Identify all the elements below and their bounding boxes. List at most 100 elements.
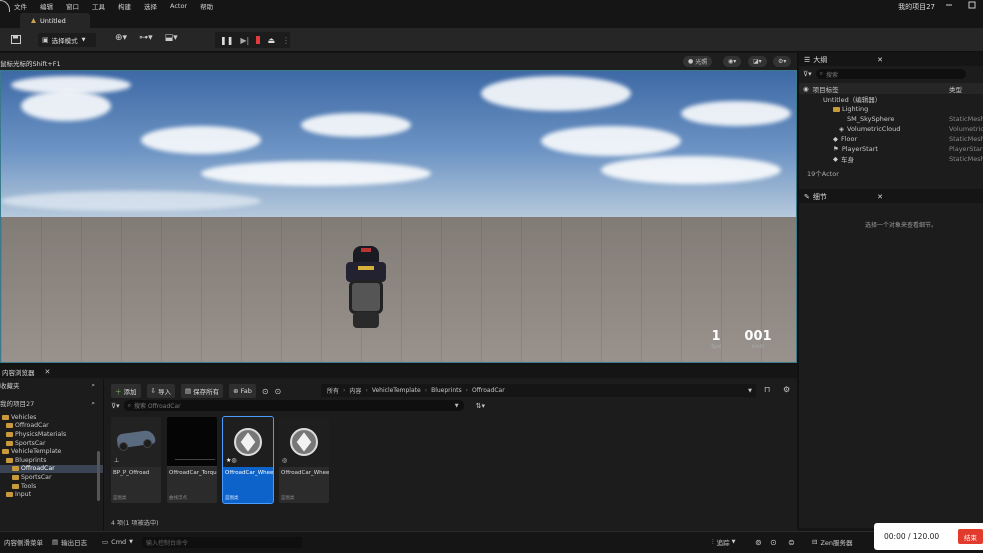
- outliner-search-input[interactable]: ⌕ 搜索: [815, 69, 966, 79]
- tree-item[interactable]: OffroadCar: [0, 422, 103, 431]
- sort-icon[interactable]: ⇅▾: [476, 402, 485, 410]
- revision-control-button[interactable]: ⊟ Zen服务器: [808, 535, 857, 549]
- column-label[interactable]: 项目标签: [813, 84, 839, 94]
- lock-icon[interactable]: ⊓: [764, 385, 770, 394]
- tree-item[interactable]: Vehicles: [0, 413, 103, 422]
- add-button[interactable]: ＋添加: [111, 384, 141, 398]
- lighting-button[interactable]: ● 光照: [683, 56, 713, 67]
- tree-item-label: VehicleTemplate: [11, 448, 62, 456]
- asset-tile[interactable]: ⊥ BP_P_Offroad 蓝图类: [111, 417, 161, 503]
- outliner-row[interactable]: Untitled（编辑器）: [799, 94, 983, 104]
- cmd-dropdown[interactable]: ▭ Cmd ▼: [98, 535, 137, 549]
- save-icon[interactable]: [11, 35, 21, 44]
- outliner-row[interactable]: Lighting: [799, 104, 983, 114]
- menu-select[interactable]: 选择: [144, 1, 157, 11]
- asset-type: 蓝图类: [281, 496, 295, 501]
- chevron-down-icon[interactable]: ▼: [748, 388, 752, 394]
- menu-tools[interactable]: 工具: [92, 1, 105, 11]
- stop-icon[interactable]: [256, 36, 261, 44]
- maximize-icon[interactable]: [968, 1, 976, 9]
- breadcrumb-item[interactable]: VehicleTemplate: [372, 387, 421, 394]
- source-control-icon[interactable]: ⊙: [770, 538, 777, 547]
- derived-data-icon[interactable]: ⊚: [755, 538, 762, 547]
- trace-button[interactable]: ⫶ 追踪 ▼: [708, 535, 739, 549]
- breadcrumb-item[interactable]: 内容: [349, 386, 361, 395]
- tree-item[interactable]: Blueprints: [0, 456, 103, 465]
- tree-scrollbar[interactable]: [97, 451, 100, 501]
- speed-readout: 1 Spd: [704, 329, 728, 350]
- tab-untitled[interactable]: Untitled: [20, 13, 90, 28]
- menu-edit[interactable]: 编辑: [40, 1, 53, 11]
- column-type[interactable]: 类型: [949, 84, 962, 94]
- log-icon: ▤: [52, 538, 59, 546]
- history-icon[interactable]: ⊙: [262, 387, 269, 396]
- close-icon[interactable]: ✕: [877, 193, 883, 201]
- chevron-down-icon: ▼: [129, 539, 134, 545]
- content-drawer-button[interactable]: 内容侧滑菜单: [0, 535, 47, 549]
- search-icon[interactable]: ⌕: [91, 399, 95, 408]
- menu-window[interactable]: 窗口: [66, 1, 79, 11]
- chevron-down-icon[interactable]: ▼: [455, 403, 459, 409]
- menu-help[interactable]: 帮助: [200, 1, 213, 11]
- menu-file[interactable]: 文件: [14, 1, 27, 11]
- asset-type: 蓝图类: [113, 496, 127, 501]
- outliner-row[interactable]: ◈ VolumetricCloud Volumetric: [799, 124, 983, 134]
- cinematics-icon[interactable]: ⬓▾: [165, 33, 178, 43]
- menu-bar: 文件 编辑 窗口 工具 构建 选择 Actor 帮助 我的项目27: [0, 0, 983, 22]
- menu-build[interactable]: 构建: [118, 1, 131, 11]
- more-options-icon[interactable]: ⋮: [282, 36, 290, 45]
- asset-tile-selected[interactable]: ★◎ OffroadCar_WheelsFront 蓝图类: [222, 416, 274, 504]
- breadcrumb-item[interactable]: OffroadCar: [472, 387, 505, 394]
- import-button[interactable]: ⇩ 导入: [146, 384, 175, 398]
- outliner-row[interactable]: ◆ 车身 StaticMesh: [799, 154, 983, 164]
- console-input[interactable]: 输入控制台命令: [142, 537, 302, 548]
- outliner-row[interactable]: ⚑ PlayerStart PlayerStart: [799, 144, 983, 154]
- level-viewport[interactable]: 鼠标光标的Shift+F1 ● 光照 ◉▾ ◪▾ ⚙▾ 1 Spd 001 km…: [0, 53, 797, 363]
- cloud-icon[interactable]: ⊜: [788, 538, 795, 547]
- end-recording-button[interactable]: 结束: [958, 529, 983, 544]
- tree-item[interactable]: Tools: [0, 482, 103, 491]
- tree-item[interactable]: VehicleTemplate: [0, 447, 103, 456]
- favorites-row[interactable]: 收藏夹 ⌕: [0, 379, 103, 391]
- search-icon[interactable]: ⌕: [91, 381, 95, 390]
- gear-icon[interactable]: ⚙: [783, 385, 790, 394]
- tree-item-selected[interactable]: OffroadCar: [0, 464, 103, 474]
- content-search-input[interactable]: ⌕ 搜索 OffroadCar ▼: [123, 400, 464, 411]
- minimize-icon[interactable]: [945, 1, 953, 9]
- add-actor-icon[interactable]: ⊕▾: [115, 33, 127, 43]
- eject-icon[interactable]: ⏏: [267, 36, 275, 45]
- step-icon[interactable]: ▶|: [240, 36, 249, 45]
- history-forward-icon[interactable]: ⊙: [275, 387, 282, 396]
- breadcrumb-item[interactable]: 所有: [327, 386, 339, 395]
- viewport-scene[interactable]: 1 Spd 001 km/h: [0, 70, 797, 363]
- asset-tile[interactable]: ◎ OffroadCar_WheelsRear 蓝图类: [279, 417, 329, 503]
- outliner-title: 大纲: [813, 55, 828, 64]
- view-mode-button[interactable]: ◪▾: [748, 56, 767, 67]
- content-drawer-label: 内容侧滑菜单: [4, 539, 43, 547]
- outliner-row[interactable]: ◆ Floor StaticMesh: [799, 134, 983, 144]
- save-all-button[interactable]: ▤ 保存所有: [180, 384, 224, 398]
- outliner-row-label: Untitled（编辑器）: [823, 96, 882, 104]
- menu-actor[interactable]: Actor: [170, 2, 187, 10]
- blueprint-icon[interactable]: ⊶▾: [139, 33, 153, 43]
- tree-item[interactable]: SportsCar: [0, 473, 103, 482]
- filter-icon[interactable]: ⊽▾: [111, 402, 120, 410]
- outliner-row[interactable]: SM_SkySphere StaticMeshA: [799, 114, 983, 124]
- close-icon[interactable]: ✕: [877, 56, 883, 64]
- breadcrumb-item[interactable]: Blueprints: [431, 387, 462, 394]
- tree-item[interactable]: SportsCar: [0, 439, 103, 448]
- select-mode-dropdown[interactable]: ▣ 选择模式 ▼: [38, 33, 96, 47]
- project-row[interactable]: 我的项目27 ⌕: [0, 397, 103, 409]
- close-icon[interactable]: ✕: [45, 368, 51, 376]
- output-log-button[interactable]: ▤ 输出日志: [48, 535, 91, 549]
- fab-button[interactable]: ⊛ Fab: [229, 384, 256, 398]
- asset-tile[interactable]: OffroadCar_TorqueCurve 曲线浮点: [167, 417, 217, 503]
- pause-icon[interactable]: ❚❚: [220, 36, 233, 45]
- viewport-settings-button[interactable]: ⚙▾: [773, 56, 792, 67]
- show-flags-button[interactable]: ◉▾: [723, 56, 742, 67]
- filter-icon[interactable]: ⊽▾: [803, 70, 812, 78]
- vehicle-motorcycle[interactable]: [341, 246, 391, 328]
- details-empty-message: 选择一个对象来查看细节。: [864, 222, 937, 229]
- tree-item[interactable]: PhysicsMaterials: [0, 430, 103, 439]
- tree-item[interactable]: Input: [0, 490, 103, 499]
